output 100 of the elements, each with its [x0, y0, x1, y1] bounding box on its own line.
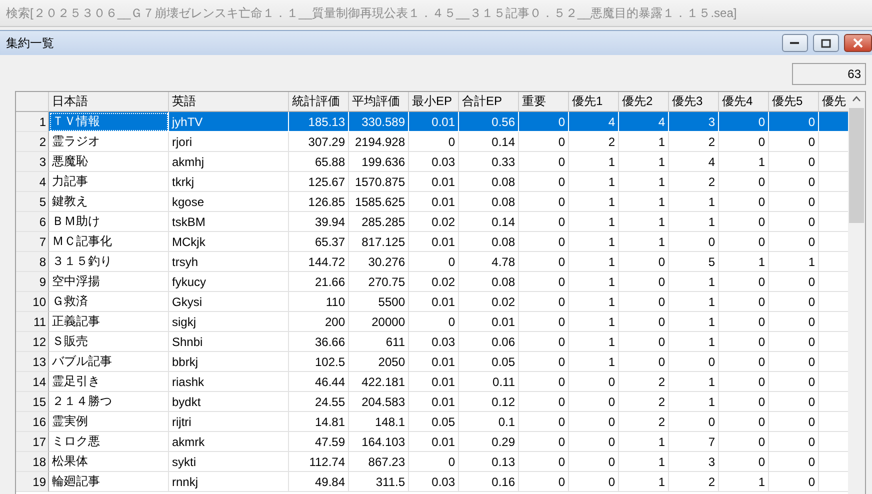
column-header[interactable]: 優先 — [819, 92, 848, 112]
column-header[interactable]: 優先1 — [569, 92, 619, 112]
table-cell: 0 — [769, 152, 819, 172]
close-button[interactable] — [844, 34, 872, 52]
table-cell: rijtri — [169, 412, 289, 432]
table-cell: 2 — [619, 392, 669, 412]
count-field[interactable]: 63 — [792, 63, 866, 85]
table-cell: 199.636 — [349, 152, 409, 172]
table-cell: 0 — [519, 332, 569, 352]
table-cell: kgose — [169, 192, 289, 212]
column-header[interactable]: 統計評価 — [289, 92, 349, 112]
table-cell: 1585.625 — [349, 192, 409, 212]
table-cell: 0 — [719, 192, 769, 212]
table-cell: jyhTV — [169, 112, 289, 132]
row-number: 16 — [16, 412, 49, 432]
table-cell: riashk — [169, 372, 289, 392]
column-header[interactable]: 優先4 — [719, 92, 769, 112]
table-cell: 0 — [519, 392, 569, 412]
table-cell: 285.285 — [349, 212, 409, 232]
table-cell: 0 — [519, 352, 569, 372]
table-cell: bbrkj — [169, 352, 289, 372]
table-cell: 0.05 — [459, 352, 519, 372]
table-cell: 0.05 — [409, 412, 459, 432]
table-cell: 1 — [569, 212, 619, 232]
table-cell: 0 — [519, 232, 569, 252]
table-cell: 0.01 — [409, 352, 459, 372]
table-cell: 611 — [349, 332, 409, 352]
table-cell: 0 — [719, 352, 769, 372]
table-cell: 輪廻記事 — [49, 472, 169, 492]
table-cell: 0.08 — [459, 172, 519, 192]
table-cell: 0 — [719, 392, 769, 412]
column-header[interactable]: 優先3 — [669, 92, 719, 112]
table-cell: 1 — [619, 232, 669, 252]
window-title: 集約一覧 — [6, 34, 54, 52]
scrollbar[interactable] — [848, 92, 865, 494]
table-cell: 1 — [569, 192, 619, 212]
table-cell: 0 — [719, 372, 769, 392]
table-cell: 46.44 — [289, 372, 349, 392]
table-cell: 1 — [569, 292, 619, 312]
table-cell: 1 — [619, 132, 669, 152]
table-cell: fykucy — [169, 272, 289, 292]
table-cell: 2 — [619, 412, 669, 432]
table-cell: 0 — [719, 412, 769, 432]
table-cell: 正義記事 — [49, 312, 169, 332]
row-number: 13 — [16, 352, 49, 372]
row-number: 7 — [16, 232, 49, 252]
scrollbar-thumb[interactable] — [849, 108, 864, 223]
table-cell: 0 — [719, 452, 769, 472]
table-cell: 0 — [669, 232, 719, 252]
table-cell: 2 — [669, 172, 719, 192]
table-cell: 1 — [669, 192, 719, 212]
table-cell: 0 — [519, 292, 569, 312]
close-icon — [853, 38, 863, 48]
table-cell: 0 — [769, 412, 819, 432]
table-cell: 1 — [669, 272, 719, 292]
row-number: 3 — [16, 152, 49, 172]
row-number: 8 — [16, 252, 49, 272]
table-cell: 0 — [569, 392, 619, 412]
table-cell: 0 — [769, 452, 819, 472]
table-cell: 311.5 — [349, 472, 409, 492]
table-cell: 0 — [719, 212, 769, 232]
table-cell: rjori — [169, 132, 289, 152]
table-cell: Gkysi — [169, 292, 289, 312]
table-cell: Ｇ救済 — [49, 292, 169, 312]
table-cell: 1 — [619, 192, 669, 212]
table-cell: 1 — [619, 212, 669, 232]
table-cell: 霊足引き — [49, 372, 169, 392]
column-header[interactable]: 日本語 — [49, 92, 169, 112]
table-cell: 鍵教え — [49, 192, 169, 212]
column-header[interactable]: 最小EP — [409, 92, 459, 112]
table-cell: 2 — [669, 132, 719, 152]
column-header[interactable]: 重要 — [519, 92, 569, 112]
table-cell: akmhj — [169, 152, 289, 172]
column-header[interactable]: 英語 — [169, 92, 289, 112]
table-cell: sigkj — [169, 312, 289, 332]
table-cell: 0 — [409, 252, 459, 272]
table-cell: 0 — [569, 432, 619, 452]
column-header[interactable]: 優先2 — [619, 92, 669, 112]
table-cell: 0 — [619, 312, 669, 332]
table-cell: 0 — [669, 412, 719, 432]
table-cell: 0.33 — [459, 152, 519, 172]
table-cell: 0 — [719, 272, 769, 292]
minimize-button[interactable] — [782, 34, 808, 52]
column-header[interactable]: 合計EP — [459, 92, 519, 112]
table-cell: 0 — [619, 352, 669, 372]
table-cell: Shnbi — [169, 332, 289, 352]
table-cell: 0 — [769, 132, 819, 152]
table-cell: sykti — [169, 452, 289, 472]
table-cell: 0 — [719, 232, 769, 252]
column-header[interactable]: 優先5 — [769, 92, 819, 112]
table-cell: 0.14 — [459, 212, 519, 232]
table-cell: 0 — [519, 432, 569, 452]
table-cell: 102.5 — [289, 352, 349, 372]
maximize-button[interactable] — [813, 34, 839, 52]
table-cell: 0.13 — [459, 452, 519, 472]
table-cell: ミロク悪 — [49, 432, 169, 452]
table-cell: 0.08 — [459, 272, 519, 292]
app-title: 検索[２０２５３０６__Ｇ７崩壊ゼレンスキ亡命１．１__質量制御再現公表１．４５__３１５記事０．５２__悪魔目的暴露１．１５.sea] — [6, 4, 737, 22]
column-header[interactable]: 平均評価 — [349, 92, 409, 112]
corner-header — [16, 92, 49, 112]
